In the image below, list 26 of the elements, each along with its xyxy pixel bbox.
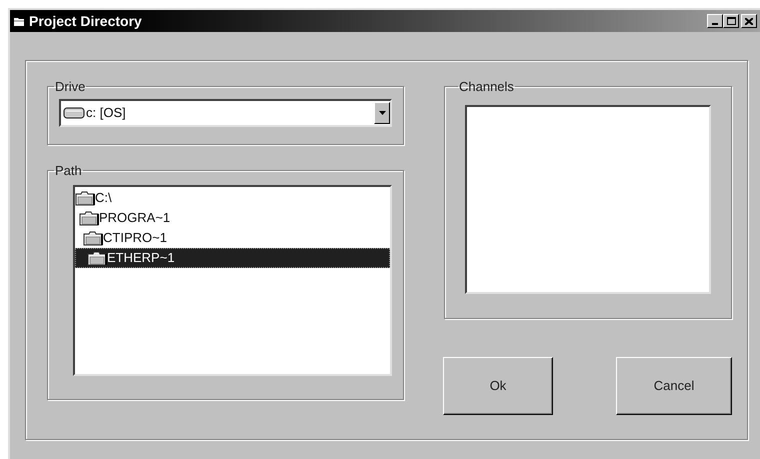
window-title: Project Directory [29, 12, 142, 31]
minimize-button[interactable] [707, 14, 723, 28]
directory-item[interactable]: ETHERP~1 [75, 248, 390, 268]
close-icon [745, 18, 753, 24]
dialog-button[interactable]: Ok [443, 357, 553, 415]
close-button[interactable] [741, 14, 757, 28]
folder-icon [87, 250, 107, 266]
group-label: Channels [458, 78, 515, 96]
directory-item[interactable]: PROGRA~1 [75, 208, 390, 228]
drive-dropdown[interactable]: c: [OS] [59, 98, 392, 126]
maximize-button[interactable] [723, 14, 739, 28]
group-label: Drive [54, 78, 86, 96]
folder-icon [79, 210, 99, 226]
directory-item[interactable]: C:\ [75, 188, 390, 208]
caret-icon [378, 110, 386, 114]
directory-item[interactable]: CTIPRO~1 [75, 228, 390, 248]
maximize-icon [726, 17, 736, 25]
window-icon [13, 16, 25, 26]
minimize-icon [712, 23, 718, 25]
folder-icon [83, 230, 103, 246]
group-label: Path [54, 162, 83, 180]
drive-value: c: [OS] [86, 104, 127, 122]
dialog-button[interactable]: Cancel [616, 357, 732, 415]
dropdown-arrow-button[interactable] [374, 102, 390, 124]
drive-icon [63, 106, 85, 118]
folder-icon [75, 190, 95, 206]
